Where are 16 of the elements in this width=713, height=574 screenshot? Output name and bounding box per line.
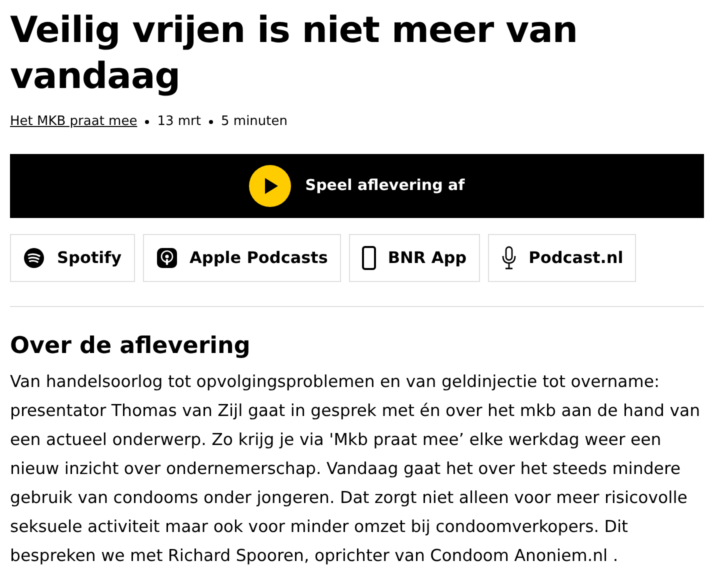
platform-button[interactable]: Spotify bbox=[10, 234, 134, 282]
episode-description: Van handelsoorlog tot opvolgingsproblemen en van geldinjectie tot overname: presentator Thomas van Zijl gaat in gesprek met én over het mkb aan de hand van een actueel onderwerp. Zo krijg je via 'Mkb praat mee’ elke werkdag weer een nieuw inzicht over ondernemerschap. Vandaag gaat het over het steeds mindere gebruik van condooms onder jongeren. Dat zorgt niet alleen voor meer risicovolle seksuele activiteit maar ook voor minder omzet bij condoomverkopers. Dit bespreken we met Richard Spooren, oprichter van Condoom Anoniem.nl . bbox=[10, 370, 702, 566]
episode-duration: 5 minuten bbox=[221, 113, 288, 131]
platform-button[interactable]: Podcast.nl bbox=[488, 234, 636, 282]
section-heading: Over de aflevering bbox=[10, 332, 252, 360]
episode-title: Veilig vrijen is niet meer van vandaag bbox=[10, 9, 579, 99]
phone-icon bbox=[362, 246, 376, 270]
episode-date: 13 mrt bbox=[157, 113, 201, 131]
spotify-icon bbox=[23, 246, 45, 268]
program-link[interactable]: Het MKB praat mee bbox=[10, 112, 138, 132]
platform-button[interactable]: BNR App bbox=[348, 234, 480, 282]
microphone-icon bbox=[500, 246, 517, 270]
platform-button[interactable]: Apple Podcasts bbox=[142, 234, 341, 282]
play-episode-button[interactable]: Speel aflevering af bbox=[10, 154, 704, 218]
podcast-icon bbox=[156, 246, 178, 268]
play-icon bbox=[249, 164, 292, 206]
